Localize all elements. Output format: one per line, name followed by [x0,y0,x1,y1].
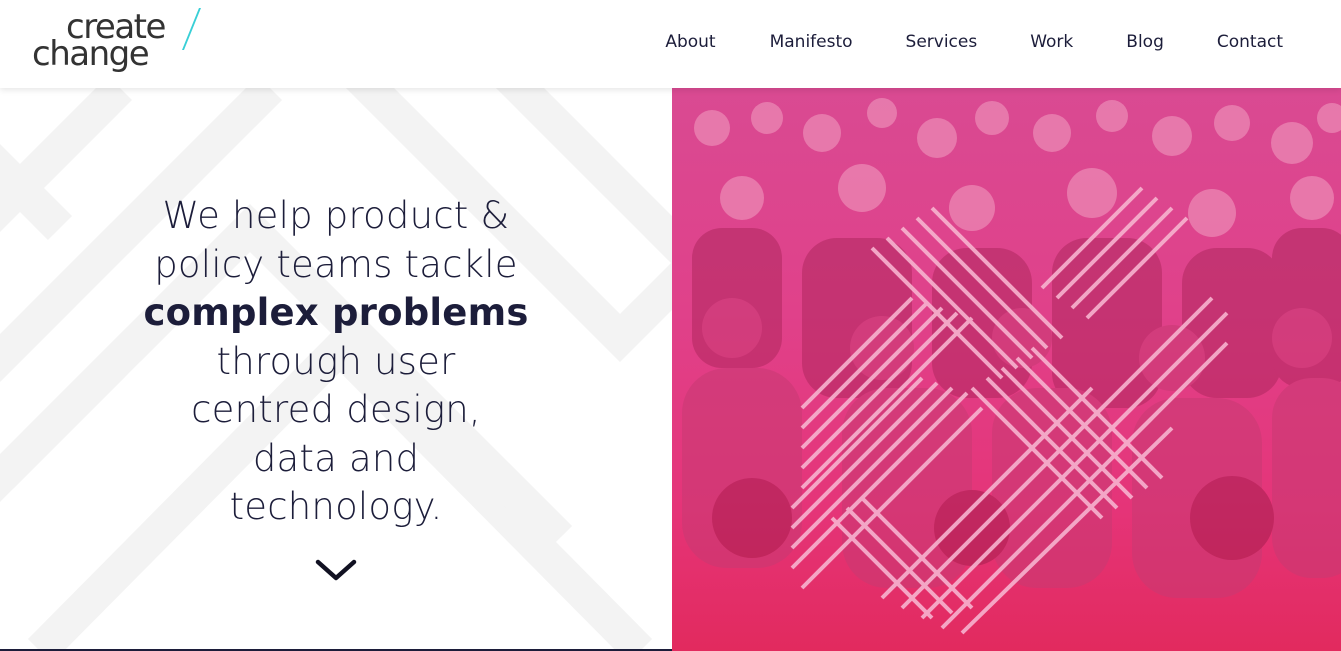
hero-emphasis: complex problems [143,291,529,334]
nav-item-blog[interactable]: Blog [1126,28,1164,56]
hero-line-1: We help product & [162,194,510,237]
hero-line-6: technology. [229,485,443,528]
hero-line-4: centred design, [191,388,481,431]
logo-text-change: change [32,34,150,74]
nav-item-about[interactable]: About [665,28,715,56]
nav-item-contact[interactable]: Contact [1217,28,1283,56]
hero-line-3: through user [216,339,456,383]
hero-image [672,88,1341,651]
chevron-down-icon[interactable] [312,556,360,586]
nav-item-work[interactable]: Work [1030,28,1073,56]
logo-slash-mark [182,8,201,50]
hero-line-2: policy teams tackle [154,242,518,286]
crowd-photo [682,98,1341,635]
hero-line-5: data and [252,436,420,480]
main-nav: About Manifesto Services Work Blog Conta… [665,28,1283,56]
nav-item-services[interactable]: Services [906,28,978,56]
hero-text-panel: We help product & policy teams tackle co… [0,88,672,651]
nav-item-manifesto[interactable]: Manifesto [770,28,853,56]
hero-heading: We help product & policy teams tackle co… [100,192,572,532]
site-header: create change About Manifesto Services W… [0,0,1341,88]
logo[interactable]: create change [32,8,202,80]
